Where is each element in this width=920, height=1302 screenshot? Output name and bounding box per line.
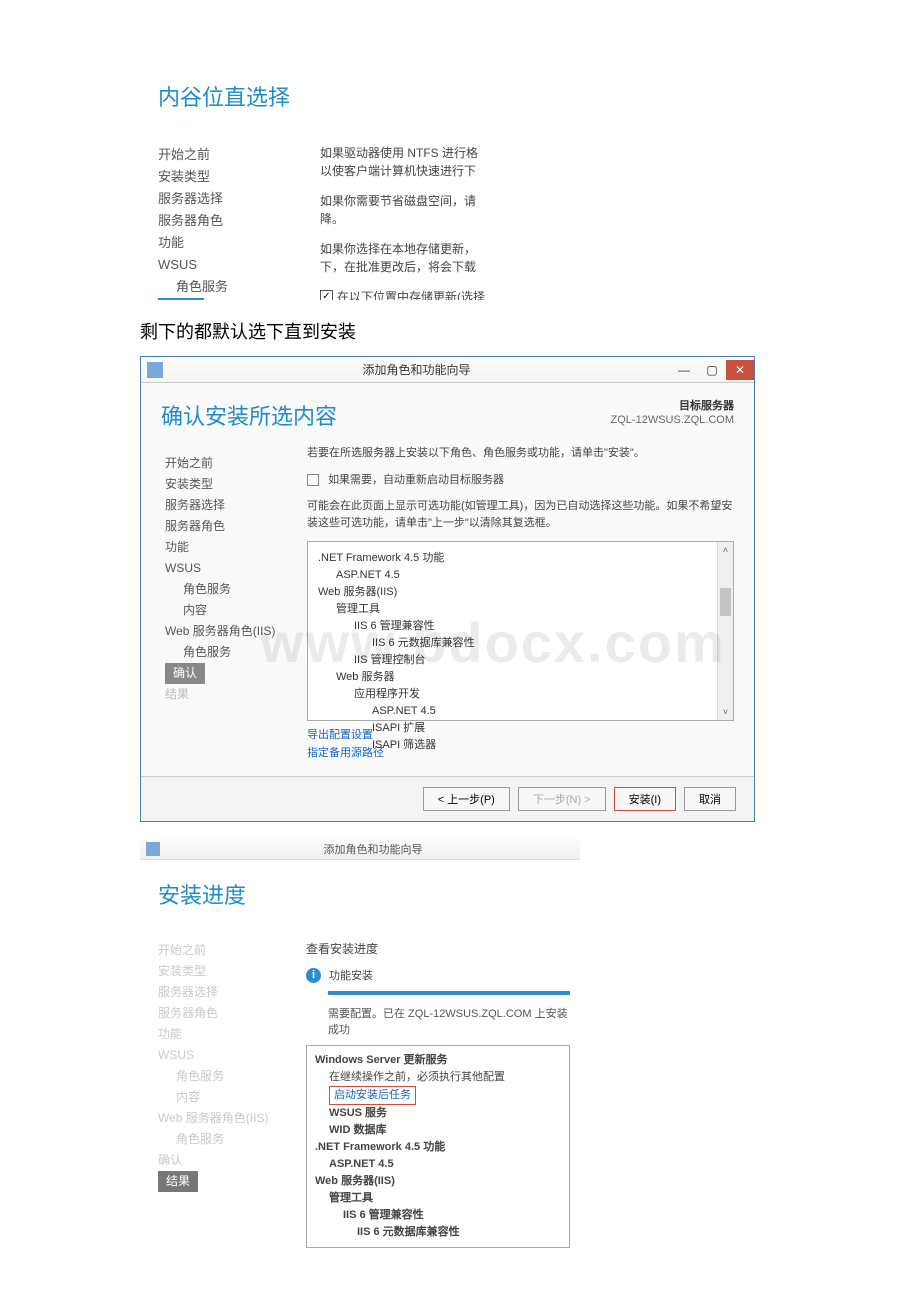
- tree-node: 应用程序开发: [318, 686, 723, 703]
- sidebar-item[interactable]: 服务器选择: [158, 188, 300, 210]
- tree-node: .NET Framework 4.5 功能: [315, 1139, 561, 1156]
- tree-node: 管理工具: [318, 601, 723, 618]
- optional-features-note: 可能会在此页面上显示可选功能(如管理工具)，因为已自动选择这些功能。如果不希望安…: [307, 498, 734, 531]
- install-progress-dialog: 添加角色和功能向导 安装进度 开始之前安装类型服务器选择服务器角色功能WSUS角…: [140, 838, 580, 1248]
- next-button[interactable]: 下一步(N) >: [518, 787, 606, 811]
- install-results-tree: Windows Server 更新服务在继续操作之前，必须执行其他配置启动安装后…: [306, 1045, 570, 1248]
- nav-item[interactable]: WSUS: [165, 558, 301, 579]
- instruction-text: 若要在所选服务器上安装以下角色、角色服务或功能，请单击"安装"。: [307, 445, 734, 462]
- wizard-content: 如果驱动器使用 NTFS 进行格以使客户端计算机快速进行下 如果你需要节省磁盘空…: [300, 130, 780, 300]
- nav-item[interactable]: Web 服务器角色(IIS): [165, 621, 301, 642]
- app-icon: [146, 842, 160, 856]
- maximize-button[interactable]: ▢: [698, 360, 726, 380]
- nav-item: 安装类型: [158, 961, 306, 982]
- progress-bar: [328, 991, 570, 995]
- store-updates-label: 在以下位置中存储更新(选择: [337, 288, 485, 300]
- nav-item: 内容: [158, 1087, 306, 1108]
- tree-node: .NET Framework 4.5 功能: [318, 550, 723, 567]
- nav-item: 结果: [158, 1171, 198, 1192]
- sidebar-item[interactable]: 服务器角色: [158, 210, 300, 232]
- sidebar-item[interactable]: 内容: [158, 298, 204, 300]
- sidebar-item[interactable]: 功能: [158, 232, 300, 254]
- panel-heading: 内谷位直选择: [140, 60, 780, 120]
- tree-node: Windows Server 更新服务: [315, 1052, 561, 1069]
- nav-item: Web 服务器角色(IIS): [158, 1108, 306, 1129]
- minimize-button[interactable]: —: [670, 360, 698, 380]
- nav-item: WSUS: [158, 1045, 306, 1066]
- view-progress-label: 查看安装进度: [306, 940, 570, 957]
- window-title: 添加角色和功能向导: [166, 841, 580, 857]
- tree-node: WID 数据库: [315, 1122, 561, 1139]
- scroll-up-icon[interactable]: ˄: [718, 542, 733, 558]
- sidebar-item[interactable]: 角色服务: [158, 276, 300, 298]
- tree-node: IIS 6 元数据库兼容性: [318, 635, 723, 652]
- info-icon: i: [306, 968, 321, 983]
- tree-node: Web 服务器(IIS): [315, 1173, 561, 1190]
- cancel-button[interactable]: 取消: [684, 787, 736, 811]
- store-updates-checkbox[interactable]: ✓: [320, 290, 333, 300]
- nav-item: 角色服务: [158, 1066, 306, 1087]
- tree-node: IIS 管理控制台: [318, 652, 723, 669]
- app-icon: [147, 362, 163, 378]
- sidebar-item[interactable]: 安装类型: [158, 166, 300, 188]
- nav-item: 服务器选择: [158, 982, 306, 1003]
- nav-item: 功能: [158, 1024, 306, 1045]
- sidebar-item[interactable]: 开始之前: [158, 144, 300, 166]
- nav-item[interactable]: 角色服务: [165, 579, 301, 600]
- nav-item[interactable]: 开始之前: [165, 453, 301, 474]
- nav-item[interactable]: 内容: [165, 600, 301, 621]
- titlebar: 添加角色和功能向导 — ▢ ✕: [141, 357, 754, 383]
- nav-item[interactable]: 结果: [165, 684, 301, 705]
- tree-node: ISAPI 筛选器: [318, 737, 723, 754]
- nav-item: 角色服务: [158, 1129, 306, 1150]
- tree-node: Web 服务器(IIS): [318, 584, 723, 601]
- nav-item: 服务器角色: [158, 1003, 306, 1024]
- titlebar: 添加角色和功能向导: [140, 838, 580, 860]
- nav-item: 确认: [158, 1150, 306, 1171]
- tree-node: IIS 6 管理兼容性: [318, 618, 723, 635]
- dialog-heading: 确认安装所选内容: [161, 399, 337, 431]
- tree-node: Web 服务器: [318, 669, 723, 686]
- confirm-install-dialog: 添加角色和功能向导 — ▢ ✕ 确认安装所选内容 目标服务器 ZQL-12WSU…: [140, 356, 755, 822]
- post-install-task-link[interactable]: 启动安装后任务: [315, 1086, 561, 1105]
- install-button[interactable]: 安装(I): [614, 787, 676, 811]
- scrollbar[interactable]: ˄ ˅: [717, 542, 733, 720]
- tree-node: ASP.NET 4.5: [318, 703, 723, 720]
- dialog-heading: 安装进度: [158, 878, 580, 922]
- target-server-info: 目标服务器 ZQL-12WSUS.ZQL.COM: [611, 399, 734, 428]
- features-tree: .NET Framework 4.5 功能ASP.NET 4.5Web 服务器(…: [307, 541, 734, 721]
- wizard-sidebar: 开始之前安装类型服务器选择服务器角色功能WSUS角色服务内容Web 服务器角色(…: [140, 130, 300, 300]
- nav-item[interactable]: 服务器选择: [165, 495, 301, 516]
- nav-item[interactable]: 服务器角色: [165, 516, 301, 537]
- tree-node: WSUS 服务: [315, 1105, 561, 1122]
- tree-node: IIS 6 管理兼容性: [315, 1207, 561, 1224]
- window-title: 添加角色和功能向导: [163, 361, 670, 378]
- install-status-text: 需要配置。已在 ZQL-12WSUS.ZQL.COM 上安装成功: [328, 1005, 570, 1037]
- nav-item[interactable]: 功能: [165, 537, 301, 558]
- close-button[interactable]: ✕: [726, 360, 754, 380]
- auto-restart-checkbox[interactable]: [307, 474, 319, 486]
- nav-item[interactable]: 角色服务: [165, 642, 301, 663]
- scroll-thumb[interactable]: [720, 588, 731, 616]
- tree-node: ASP.NET 4.5: [318, 567, 723, 584]
- nav-item: 开始之前: [158, 940, 306, 961]
- tree-node: 管理工具: [315, 1190, 561, 1207]
- inter-text: 剩下的都默认选下直到安装: [140, 318, 920, 344]
- tree-node: ISAPI 扩展: [318, 720, 723, 737]
- wizard-panel-content-location: 内谷位直选择 开始之前安装类型服务器选择服务器角色功能WSUS角色服务内容Web…: [140, 60, 780, 300]
- nav-item[interactable]: 安装类型: [165, 474, 301, 495]
- wizard-nav: 开始之前安装类型服务器选择服务器角色功能WSUS角色服务内容Web 服务器角色(…: [158, 940, 306, 1248]
- tree-node: ASP.NET 4.5: [315, 1156, 561, 1173]
- scroll-down-icon[interactable]: ˅: [718, 704, 733, 720]
- prev-button[interactable]: < 上一步(P): [423, 787, 510, 811]
- nav-item[interactable]: 确认: [165, 663, 205, 684]
- tree-node: IIS 6 元数据库兼容性: [315, 1224, 561, 1241]
- tree-node: 在继续操作之前，必须执行其他配置: [315, 1069, 561, 1086]
- feature-install-label: 功能安装: [329, 967, 373, 983]
- auto-restart-label: 如果需要，自动重新启动目标服务器: [328, 474, 504, 486]
- wizard-nav: 开始之前安装类型服务器选择服务器角色功能WSUS角色服务内容Web 服务器角色(…: [161, 445, 301, 762]
- sidebar-item[interactable]: WSUS: [158, 254, 300, 276]
